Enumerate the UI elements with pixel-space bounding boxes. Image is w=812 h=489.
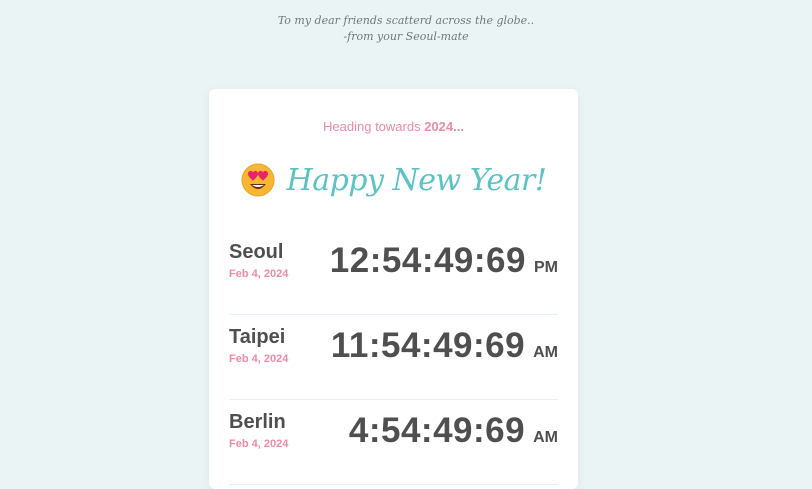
card-heading: Heading towards 2024... xyxy=(209,119,578,134)
city-clock: 11:54:49:69 AM xyxy=(331,326,558,366)
city-clock: 12:54:49:69 PM xyxy=(330,241,558,281)
city-name: Berlin xyxy=(229,411,286,433)
city-name: Seoul xyxy=(229,241,284,263)
title-row: Happy New Year! xyxy=(209,156,578,204)
clock-time: 12:54:49:69 xyxy=(329,241,526,280)
clock-ampm: AM xyxy=(533,429,558,446)
dedication-note: To my dear friends scatterd across the g… xyxy=(0,13,812,45)
happy-new-year-title: Happy New Year! xyxy=(286,162,547,198)
countdown-card: Heading towards 2024... Happy New Year! … xyxy=(209,89,578,489)
clock-time: 4:54:49:69 xyxy=(348,411,526,450)
dedication-line-2: -from your Seoul-mate xyxy=(343,30,469,43)
city-date: Feb 4, 2024 xyxy=(229,353,289,365)
city-date: Feb 4, 2024 xyxy=(229,438,289,450)
city-row-seoul: Seoul Feb 4, 2024 12:54:49:69 PM xyxy=(229,229,558,315)
heart-eyes-emoji-icon xyxy=(241,163,275,197)
heading-year: 2024... xyxy=(424,119,464,134)
clock-time: 11:54:49:69 xyxy=(330,326,526,365)
city-row-berlin: Berlin Feb 4, 2024 4:54:49:69 AM xyxy=(229,399,558,485)
clock-ampm: PM xyxy=(534,259,558,276)
city-row-taipei: Taipei Feb 4, 2024 11:54:49:69 AM xyxy=(229,314,558,400)
clock-ampm: AM xyxy=(533,344,558,361)
city-clock: 4:54:49:69 AM xyxy=(349,411,558,451)
city-name: Taipei xyxy=(229,326,286,348)
city-date: Feb 4, 2024 xyxy=(229,268,289,280)
heading-prefix: Heading towards xyxy=(323,119,425,134)
dedication-line-1: To my dear friends scatterd across the g… xyxy=(277,14,535,27)
